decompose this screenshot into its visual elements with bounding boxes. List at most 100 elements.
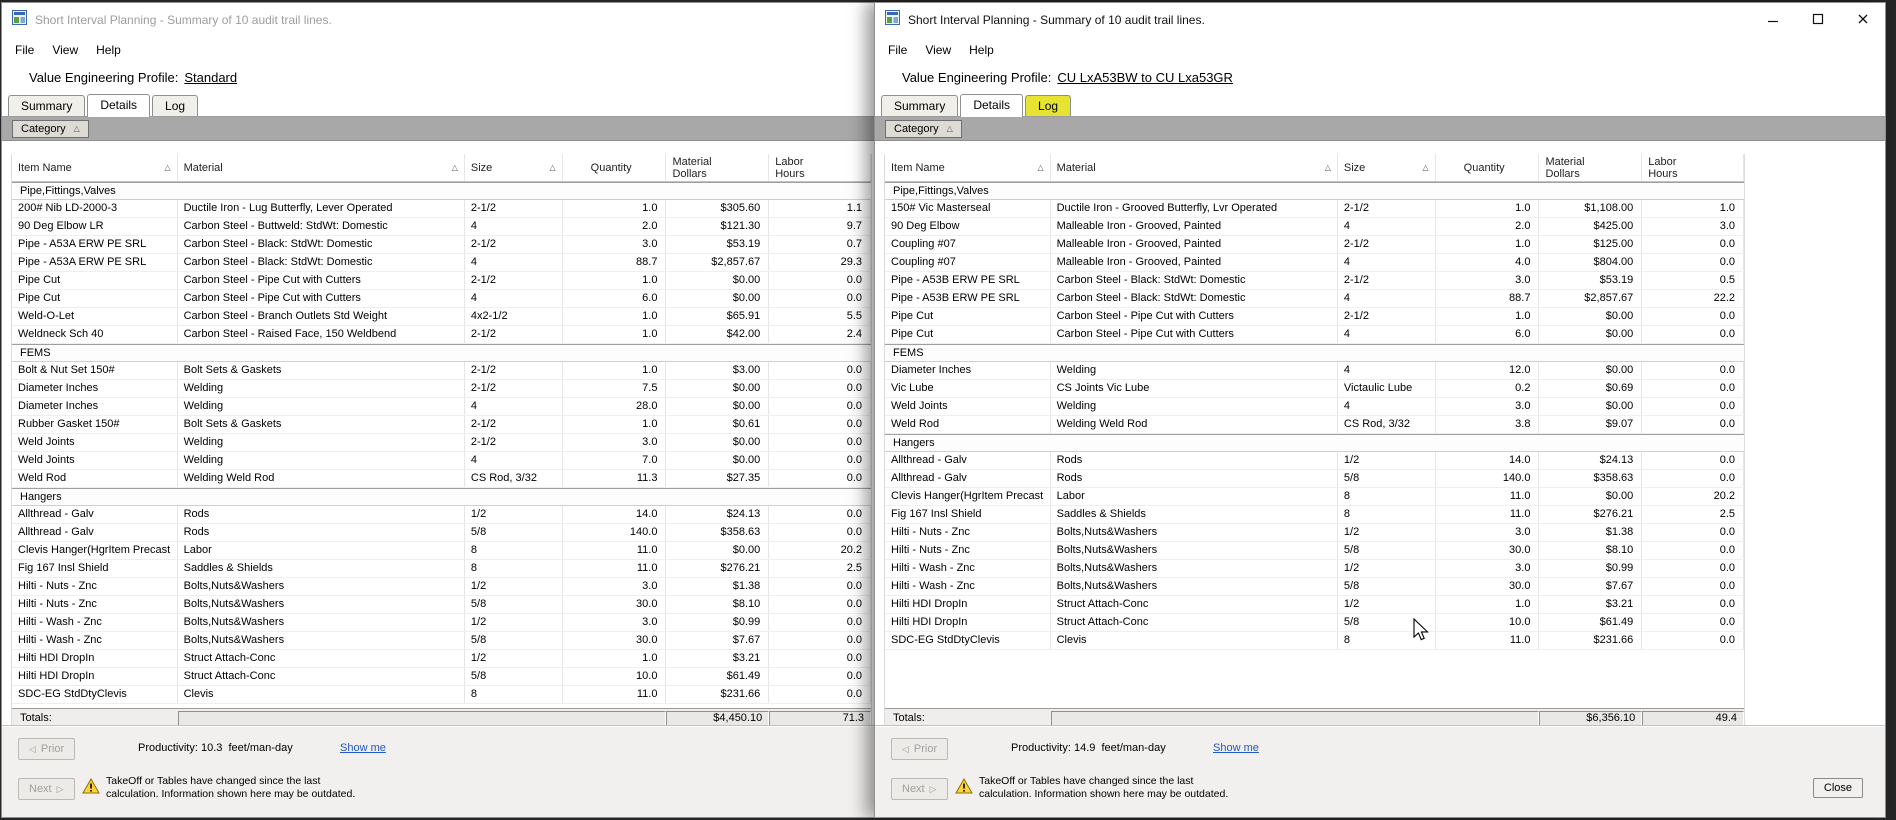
col-header-size[interactable]: Size △ xyxy=(465,154,563,181)
table-row[interactable]: 90 Deg Elbow LR Carbon Steel - Buttweld: … xyxy=(12,218,871,236)
table-row[interactable]: Hilti - Wash - Znc Bolts,Nuts&Washers 5/8 3… xyxy=(885,578,1744,596)
category-group-button[interactable]: Category △ xyxy=(12,119,89,138)
group-row[interactable]: Pipe,Fittings,Valves xyxy=(885,182,1744,200)
menu-file[interactable]: File xyxy=(879,40,916,60)
col-header-item-name[interactable]: Item Name △ xyxy=(12,154,178,181)
tab-log[interactable]: Log xyxy=(152,95,199,116)
table-row[interactable]: Weld Joints Welding 4 3.0 $0.00 0.0 xyxy=(885,398,1744,416)
table-row[interactable]: Fig 167 Insl Shield Saddles & Shields 8 11.… xyxy=(12,560,871,578)
profile-value-link[interactable]: CU LxA53BW to CU Lxa53GR xyxy=(1057,70,1233,85)
table-row[interactable]: Hilti - Nuts - Znc Bolts,Nuts&Washers 5/8 3… xyxy=(885,542,1744,560)
table-row[interactable]: 90 Deg Elbow Malleable Iron - Grooved, Pa… xyxy=(885,218,1744,236)
table-row[interactable]: Diameter Inches Welding 2-1/2 7.5 $0.00 0.0 xyxy=(12,380,871,398)
group-row[interactable]: Hangers xyxy=(12,488,871,506)
table-row[interactable]: Allthread - Galv Rods 1/2 14.0 $24.13 0.0 xyxy=(12,506,871,524)
table-row[interactable]: Hilti - Nuts - Znc Bolts,Nuts&Washers 5/8 3… xyxy=(12,596,871,614)
group-row[interactable]: FEMS xyxy=(12,344,871,362)
tab-details[interactable]: Details xyxy=(960,94,1024,117)
table-row[interactable]: Pipe Cut Carbon Steel - Pipe Cut with Cut… xyxy=(12,272,871,290)
maximize-button[interactable] xyxy=(1795,3,1840,35)
table-row[interactable]: Allthread - Galv Rods 5/8 140.0 $358.63 0.0 xyxy=(885,470,1744,488)
table-row[interactable]: Hilti HDI DropIn Struct Attach-Conc 5/8 10.… xyxy=(885,614,1744,632)
table-row[interactable]: Bolt & Nut Set 150# Bolt Sets & Gaskets 2-… xyxy=(12,362,871,380)
table-row[interactable]: Weld Joints Welding 4 7.0 $0.00 0.0 xyxy=(12,452,871,470)
table-row[interactable]: Hilti - Wash - Znc Bolts,Nuts&Washers 1/2 3… xyxy=(12,614,871,632)
table-row[interactable]: Allthread - Galv Rods 5/8 140.0 $358.63 0.0 xyxy=(12,524,871,542)
profile-value-link[interactable]: Standard xyxy=(184,70,237,85)
col-header-quantity[interactable]: Quantity xyxy=(563,154,667,181)
col-header-material[interactable]: Material △ xyxy=(178,154,465,181)
table-row[interactable]: Hilti HDI DropIn Struct Attach-Conc 5/8 10.… xyxy=(12,668,871,686)
show-me-link[interactable]: Show me xyxy=(340,742,386,754)
warning-icon xyxy=(82,777,100,799)
col-header-material[interactable]: Material △ xyxy=(1051,154,1338,181)
group-row[interactable]: Pipe,Fittings,Valves xyxy=(12,182,871,200)
menu-file[interactable]: File xyxy=(6,40,43,60)
table-row[interactable]: Pipe - A53A ERW PE SRL Carbon Steel - Bla… xyxy=(12,254,871,272)
table-row[interactable]: 150# Vic Masterseal Ductile Iron - Groove… xyxy=(885,200,1744,218)
table-row[interactable]: Hilti - Nuts - Znc Bolts,Nuts&Washers 1/2 3… xyxy=(885,524,1744,542)
table-row[interactable]: Weld Rod Welding Weld Rod CS Rod, 3/32 11.3… xyxy=(12,470,871,488)
close-window-button[interactable] xyxy=(1840,3,1885,35)
menu-help[interactable]: Help xyxy=(960,40,1003,60)
menu-help[interactable]: Help xyxy=(87,40,130,60)
cell-labor-hours: 0.5 xyxy=(1642,272,1744,289)
table-row[interactable]: Diameter Inches Welding 4 12.0 $0.00 0.0 xyxy=(885,362,1744,380)
table-row[interactable]: Coupling #07 Malleable Iron - Grooved, Pa… xyxy=(885,254,1744,272)
cell-size: 5/8 xyxy=(1338,470,1436,487)
col-header-labor-hours[interactable]: Labor Hours xyxy=(1642,154,1744,181)
table-row[interactable]: Pipe - A53A ERW PE SRL Carbon Steel - Bla… xyxy=(12,236,871,254)
table-row[interactable]: Coupling #07 Malleable Iron - Grooved, Pa… xyxy=(885,236,1744,254)
group-row[interactable]: Hangers xyxy=(885,434,1744,452)
menu-view[interactable]: View xyxy=(916,40,960,60)
table-row[interactable]: Pipe - A53B ERW PE SRL Carbon Steel - Bla… xyxy=(885,290,1744,308)
table-row[interactable]: Allthread - Galv Rods 1/2 14.0 $24.13 0.0 xyxy=(885,452,1744,470)
spacer xyxy=(875,141,1885,154)
tab-log[interactable]: Log xyxy=(1025,95,1072,116)
prior-button[interactable]: ◁ Prior xyxy=(18,738,76,760)
next-button[interactable]: Next ▷ xyxy=(891,778,948,800)
table-row[interactable]: Fig 167 Insl Shield Saddles & Shields 8 11.… xyxy=(885,506,1744,524)
table-row[interactable]: Weld-O-Let Carbon Steel - Branch Outlets … xyxy=(12,308,871,326)
table-row[interactable]: SDC-EG StdDtyClevis Clevis 8 11.0 $231.66 0.0 xyxy=(885,632,1744,650)
col-header-item-name[interactable]: Item Name △ xyxy=(885,154,1051,181)
table-row[interactable]: Rubber Gasket 150# Bolt Sets & Gaskets 2-1… xyxy=(12,416,871,434)
col-header-quantity[interactable]: Quantity xyxy=(1436,154,1540,181)
col-header-labor-hours[interactable]: Labor Hours xyxy=(769,154,871,181)
table-row[interactable]: Vic Lube CS Joints Vic Lube Victaulic Lube… xyxy=(885,380,1744,398)
table-row[interactable]: Pipe Cut Carbon Steel - Pipe Cut with Cut… xyxy=(885,326,1744,344)
table-row[interactable]: 200# Nib LD-2000-3 Ductile Iron - Lug But… xyxy=(12,200,871,218)
col-header-material-dollars[interactable]: Material Dollars xyxy=(666,154,770,181)
table-row[interactable]: Pipe - A53B ERW PE SRL Carbon Steel - Bla… xyxy=(885,272,1744,290)
col-header-material-dollars[interactable]: Material Dollars xyxy=(1539,154,1643,181)
table-row[interactable]: Clevis Hanger(HgrItem Precast Labor 8 11.0 $… xyxy=(12,542,871,560)
table-row[interactable]: Weld Joints Welding 2-1/2 3.0 $0.00 0.0 xyxy=(12,434,871,452)
group-row[interactable]: FEMS xyxy=(885,344,1744,362)
titlebar[interactable]: Short Interval Planning - Summary of 10 … xyxy=(875,3,1885,37)
tab-summary[interactable]: Summary xyxy=(8,95,86,116)
table-row[interactable]: Hilti HDI DropIn Struct Attach-Conc 1/2 1.0… xyxy=(12,650,871,668)
prior-button[interactable]: ◁ Prior xyxy=(891,738,949,760)
table-row[interactable]: Weldneck Sch 40 Carbon Steel - Raised Fac… xyxy=(12,326,871,344)
next-button[interactable]: Next ▷ xyxy=(18,778,75,800)
table-row[interactable]: Hilti - Wash - Znc Bolts,Nuts&Washers 5/8 3… xyxy=(12,632,871,650)
tab-details[interactable]: Details xyxy=(87,94,151,117)
table-row[interactable]: Diameter Inches Welding 4 28.0 $0.00 0.0 xyxy=(12,398,871,416)
col-header-size[interactable]: Size △ xyxy=(1338,154,1436,181)
titlebar[interactable]: Short Interval Planning - Summary of 10 … xyxy=(2,3,874,37)
menu-view[interactable]: View xyxy=(43,40,87,60)
close-button[interactable]: Close xyxy=(1812,778,1863,798)
table-row[interactable]: Hilti - Wash - Znc Bolts,Nuts&Washers 1/2 3… xyxy=(885,560,1744,578)
table-row[interactable]: Hilti HDI DropIn Struct Attach-Conc 1/2 1.0… xyxy=(885,596,1744,614)
table-row[interactable]: Hilti - Nuts - Znc Bolts,Nuts&Washers 1/2 3… xyxy=(12,578,871,596)
cell-material: Struct Attach-Conc xyxy=(1051,596,1338,613)
table-row[interactable]: Weld Rod Welding Weld Rod CS Rod, 3/32 3.8 $… xyxy=(885,416,1744,434)
show-me-link[interactable]: Show me xyxy=(1213,742,1259,754)
table-row[interactable]: Clevis Hanger(HgrItem Precast Labor 8 11.0 $… xyxy=(885,488,1744,506)
category-group-button[interactable]: Category △ xyxy=(885,119,962,138)
minimize-button[interactable] xyxy=(1750,3,1795,35)
table-row[interactable]: SDC-EG StdDtyClevis Clevis 8 11.0 $231.66 0.0 xyxy=(12,686,871,704)
tab-summary[interactable]: Summary xyxy=(881,95,959,116)
table-row[interactable]: Pipe Cut Carbon Steel - Pipe Cut with Cut… xyxy=(885,308,1744,326)
table-row[interactable]: Pipe Cut Carbon Steel - Pipe Cut with Cut… xyxy=(12,290,871,308)
